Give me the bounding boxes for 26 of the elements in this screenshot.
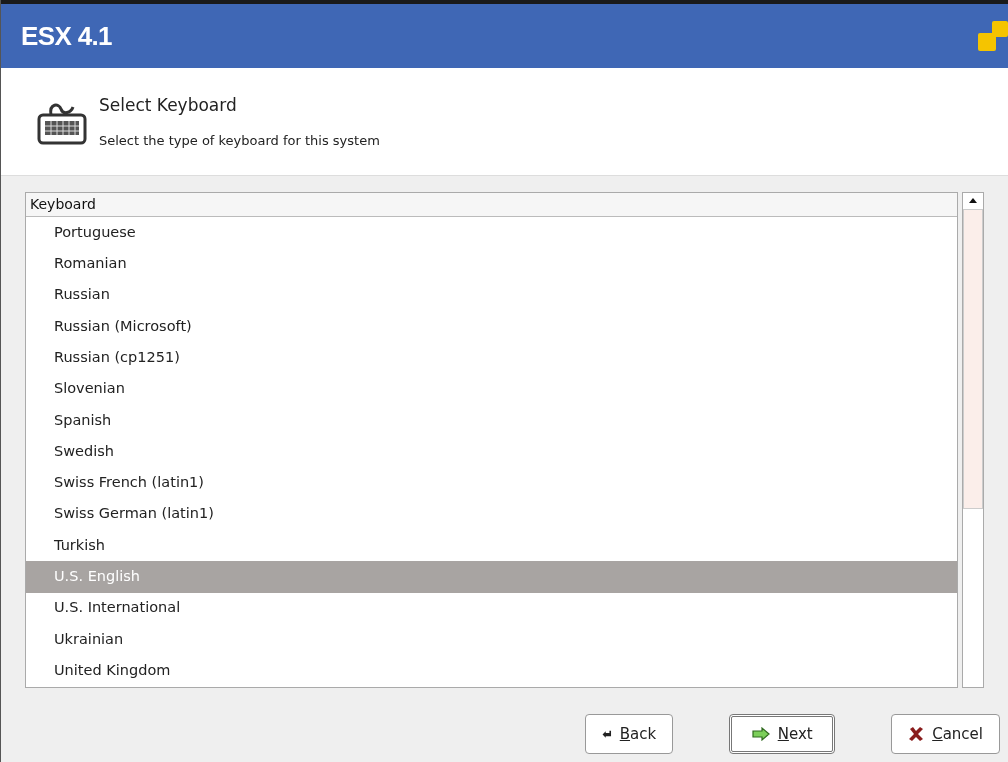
cancel-x-icon	[908, 726, 925, 742]
list-item[interactable]: Russian (cp1251)	[26, 342, 957, 374]
list-item[interactable]: Spanish	[26, 404, 957, 437]
page-subtitle: Select the type of keyboard for this system	[99, 131, 380, 150]
cancel-button[interactable]: Cancel	[891, 714, 1000, 754]
list-item[interactable]: Slovenian	[26, 373, 957, 405]
list-item[interactable]: United Kingdom	[26, 655, 957, 687]
list-item[interactable]: Swedish	[26, 436, 957, 468]
list-item[interactable]: Russian (Microsoft)	[26, 310, 957, 343]
list-item[interactable]: Swiss German (latin1)	[26, 498, 957, 530]
list-item[interactable]: Swiss French (latin1)	[26, 467, 957, 499]
scrollbar[interactable]	[962, 192, 984, 688]
next-arrow-icon	[751, 727, 770, 741]
page-title: Select Keyboard	[99, 94, 238, 117]
list-item[interactable]: Turkish	[26, 529, 957, 562]
back-button[interactable]: Back	[585, 714, 674, 754]
list-item[interactable]: U.S. International	[26, 592, 957, 624]
next-button[interactable]: Next	[729, 714, 836, 754]
list-item[interactable]: Portuguese	[26, 217, 957, 249]
scrollbar-thumb[interactable]	[963, 209, 983, 509]
product-title: ESX 4.1	[21, 19, 112, 53]
logo-icon	[978, 21, 1008, 51]
list-item[interactable]: Romanian	[26, 248, 957, 280]
column-header[interactable]: Keyboard	[26, 193, 957, 217]
list-item[interactable]: Russian	[26, 279, 957, 311]
list-item[interactable]: Ukrainian	[26, 623, 957, 656]
